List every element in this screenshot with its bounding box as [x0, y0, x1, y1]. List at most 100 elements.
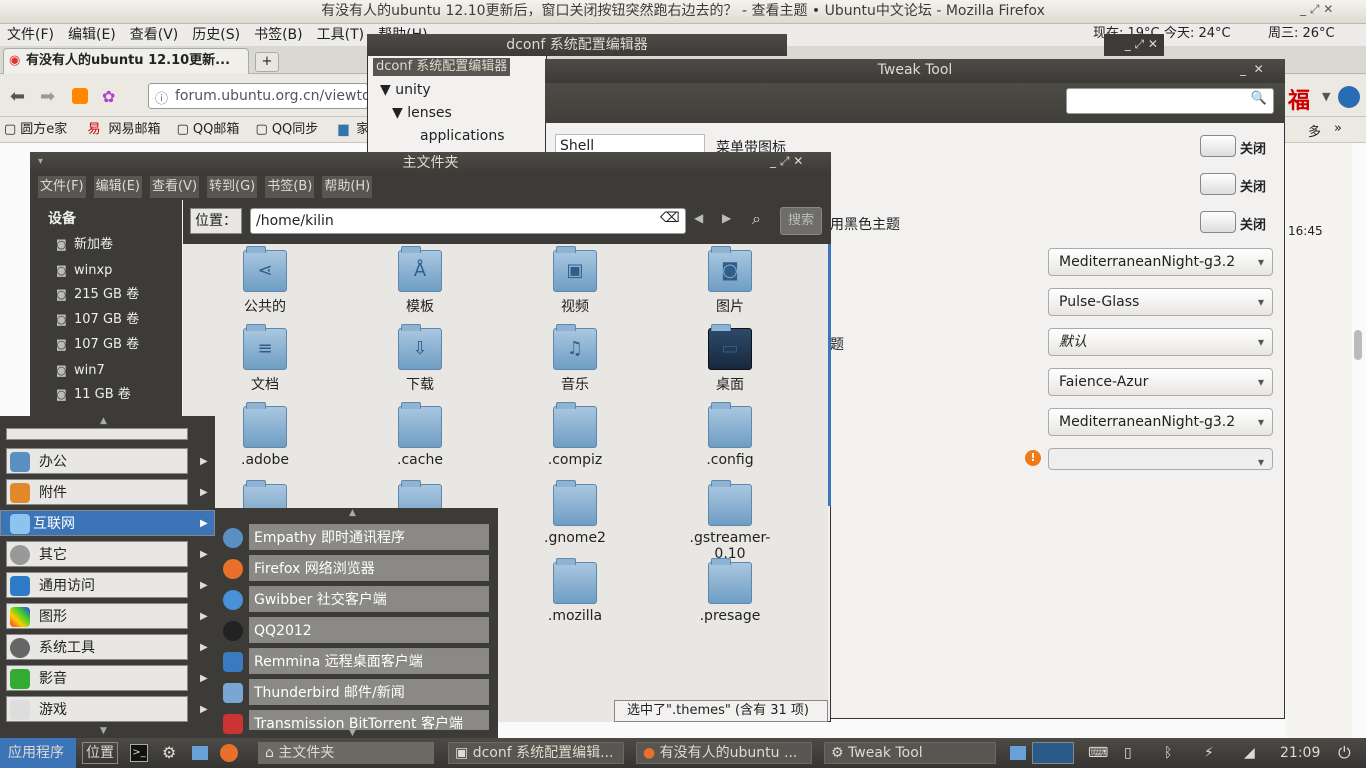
bookmark-qqsync[interactable]: ▢ QQ同步 [252, 117, 327, 143]
tweak-window-controls[interactable]: _ ✕ [1240, 62, 1264, 76]
volume-icon[interactable]: ◢ [1244, 744, 1255, 762]
sidebar-device[interactable]: 新加卷 [56, 236, 113, 254]
window-menu-icon[interactable]: ▾ [38, 156, 43, 167]
places-menu-button[interactable]: 位置 [82, 742, 118, 764]
firefox-menu-edit[interactable]: 编辑(E) [61, 24, 123, 46]
taskbar-tweak-tool[interactable]: ⚙ Tweak Tool [824, 742, 996, 764]
firefox-launcher-icon[interactable] [220, 744, 238, 762]
search-icon[interactable]: ⌕ [752, 209, 761, 229]
bookmark-yuanfang[interactable]: ▢ 圆方e家 [0, 117, 75, 143]
file-manager-window-controls[interactable]: _ ⤢ ✕ [770, 154, 803, 169]
forward-icon[interactable]: ➡ [40, 86, 55, 107]
combo-icon-theme[interactable]: Faience-Azur [1048, 368, 1273, 396]
menu-category-office[interactable]: 办公 [6, 448, 188, 474]
file-item[interactable]: ≡ 文档 [220, 324, 310, 394]
sidebar-device[interactable]: 11 GB 卷 [56, 386, 131, 404]
menu-category-multimedia[interactable]: 影音 [6, 665, 188, 691]
menu-category-graphics[interactable]: 图形 [6, 603, 188, 629]
file-grid-scrollbar[interactable] [828, 244, 831, 506]
battery-icon[interactable]: ▯ [1124, 744, 1132, 762]
dconf-tree-applications[interactable]: applications [420, 128, 505, 144]
fm-menu-edit[interactable]: 编辑(E) [93, 176, 142, 198]
menu-category-accessories[interactable]: 附件 [6, 479, 188, 505]
firefox-menu-tools[interactable]: 工具(T) [310, 24, 371, 46]
menu-item-partial[interactable] [6, 428, 188, 440]
menu-item-qq[interactable]: QQ2012 [249, 617, 489, 643]
fm-menu-view[interactable]: 查看(V) [149, 176, 200, 198]
extension-icon[interactable]: ✿ [102, 87, 115, 106]
toggle-switch-1[interactable] [1200, 135, 1236, 157]
workspace-switcher[interactable] [1032, 742, 1074, 764]
combo-keybinding-theme[interactable]: 默认 [1048, 328, 1273, 356]
menu-item-gwibber[interactable]: Gwibber 社交客户端 [249, 586, 489, 612]
firefox-menu-view[interactable]: 查看(V) [123, 24, 186, 46]
next-icon[interactable]: ▶ [722, 211, 731, 225]
combo-cursor-theme[interactable]: Pulse-Glass [1048, 288, 1273, 316]
sidebar-device[interactable]: 215 GB 卷 [56, 286, 139, 304]
menu-category-system-tools[interactable]: 系统工具 [6, 634, 188, 660]
bluetooth-icon[interactable]: ᛒ [1164, 744, 1172, 762]
window-controls-icon[interactable]: _ ⤢ ✕ [1300, 2, 1333, 17]
file-item[interactable]: ◙ 图片 [685, 246, 775, 316]
file-item[interactable]: .config [685, 402, 775, 468]
bookmarks-more[interactable]: 多 [1308, 121, 1321, 140]
fm-menu-go[interactable]: 转到(G) [207, 176, 258, 198]
download-manager-icon[interactable] [1338, 86, 1360, 108]
firefox-menu-bookmarks[interactable]: 书签(B) [247, 24, 310, 46]
file-item[interactable]: Å 模板 [375, 246, 465, 316]
sidebar-device[interactable]: 107 GB 卷 [56, 336, 139, 354]
menu-category-internet[interactable]: 互联网 [0, 510, 215, 536]
combo-window-theme[interactable]: MediterraneanNight-g3.2 [1048, 408, 1273, 436]
file-item[interactable]: .gstreamer-0.10 [685, 480, 775, 562]
toggle-switch-3[interactable] [1200, 211, 1236, 233]
menu-item-transmission[interactable]: Transmission BitTorrent 客户端 [249, 710, 489, 730]
firefox-tab[interactable]: ◉ 有没有人的ubuntu 12.10更新... [3, 48, 249, 74]
show-desktop-icon[interactable] [1010, 746, 1026, 760]
menu-category-universal-access[interactable]: 通用访问 [6, 572, 188, 598]
display-icon[interactable] [192, 746, 208, 760]
file-item[interactable]: .compiz [530, 402, 620, 468]
fm-menu-file[interactable]: 文件(F) [38, 176, 86, 198]
applications-menu-button[interactable]: 应用程序 [0, 738, 76, 768]
page-scrollbar[interactable] [1354, 330, 1362, 360]
sidebar-device[interactable]: winxp [56, 262, 112, 280]
combo-gtk-theme[interactable]: MediterraneanNight-g3.2 [1048, 248, 1273, 276]
scroll-down-icon[interactable]: ▼ [100, 726, 107, 736]
chevron-right-icon[interactable]: » [1334, 121, 1342, 136]
dropdown-icon[interactable]: ▼ [1322, 90, 1330, 103]
taskbar-firefox[interactable]: ● 有没有人的ubuntu ... [636, 742, 812, 764]
file-item[interactable]: .gnome2 [530, 480, 620, 546]
clock[interactable]: 21:09 [1280, 744, 1320, 762]
file-item[interactable]: ⇩ 下载 [375, 324, 465, 394]
file-item[interactable]: .adobe [220, 402, 310, 468]
menu-category-games[interactable]: 游戏 [6, 696, 188, 722]
dconf-tree-unity[interactable]: ▼ unity [380, 82, 431, 98]
search-button[interactable]: 搜索 [780, 207, 822, 235]
dconf-tree-lenses[interactable]: ▼ lenses [392, 105, 452, 121]
menu-item-remmina[interactable]: Remmina 远程桌面客户端 [249, 648, 489, 674]
keyboard-icon[interactable]: ⌨ [1088, 744, 1108, 762]
url-bar[interactable]: forum.ubuntu.org.cn/viewto [148, 83, 368, 109]
scroll-up-icon[interactable]: ▲ [349, 508, 356, 518]
clear-icon[interactable]: ⌫ [660, 210, 680, 226]
file-item[interactable]: ⋖ 公共的 [220, 246, 310, 316]
tweak-search-input[interactable]: 🔍 [1066, 88, 1274, 114]
network-icon[interactable]: ⚡ [1204, 744, 1214, 762]
file-item[interactable]: .mozilla [530, 558, 620, 624]
dconf-window-controls[interactable]: _ ⤢ ✕ [1104, 34, 1164, 56]
menu-item-empathy[interactable]: Empathy 即时通讯程序 [249, 524, 489, 550]
file-item[interactable]: ▭ 桌面 [685, 324, 775, 394]
fm-menu-help[interactable]: 帮助(H) [322, 176, 373, 198]
menu-item-firefox[interactable]: Firefox 网络浏览器 [249, 555, 489, 581]
settings-icon[interactable]: ⚙ [162, 744, 176, 762]
taskbar-dconf[interactable]: ▣ dconf 系统配置编辑... [448, 742, 624, 764]
menu-item-thunderbird[interactable]: Thunderbird 邮件/新闻 [249, 679, 489, 705]
menu-category-other[interactable]: 其它 [6, 541, 188, 567]
back-icon[interactable]: ⬅ [10, 86, 25, 107]
firefox-menu-file[interactable]: 文件(F) [0, 24, 61, 46]
location-input[interactable]: /home/kilin [250, 208, 686, 234]
scroll-down-icon[interactable]: ▼ [349, 728, 356, 738]
fm-menu-bookmarks[interactable]: 书签(B) [265, 176, 315, 198]
file-item[interactable]: ▣ 视频 [530, 246, 620, 316]
file-item[interactable]: .presage [685, 558, 775, 624]
